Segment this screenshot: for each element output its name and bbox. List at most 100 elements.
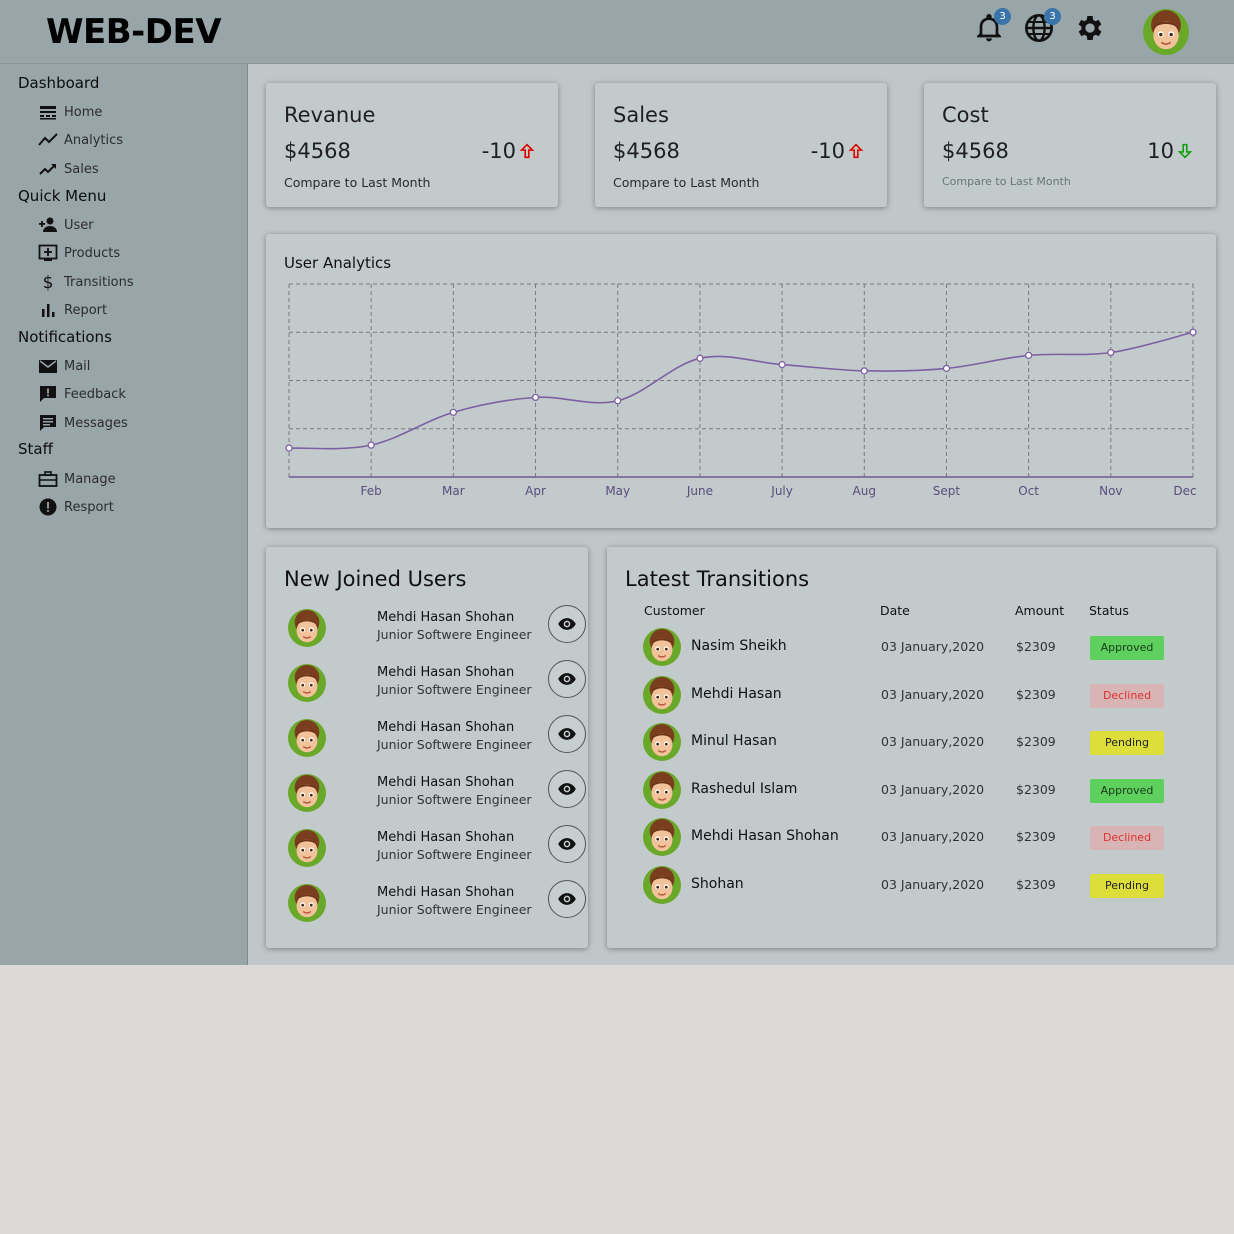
- sidebar-item-mail[interactable]: Mail: [38, 356, 90, 376]
- settings-button[interactable]: [1074, 12, 1106, 44]
- stat-card-sales: Sales $4568 -10 Compare to Last Month: [595, 83, 887, 207]
- sidebar-item-label: Transitions: [64, 274, 134, 290]
- add-box-icon: [38, 244, 58, 261]
- user-name: Mehdi Hasan Shohan: [377, 720, 515, 735]
- avatar: [643, 675, 681, 714]
- sidebar-item-label: Feedback: [64, 386, 126, 402]
- data-point: [449, 408, 458, 416]
- sidebar-item-messages[interactable]: Messages: [38, 413, 128, 433]
- user-name: Mehdi Hasan Shohan: [377, 610, 515, 625]
- user-job-title: Junior Softwere Engineer: [377, 902, 532, 917]
- user-job-title: Junior Softwere Engineer: [377, 682, 532, 697]
- app-logo[interactable]: WEB-DEV: [46, 12, 222, 52]
- stat-value: $4568: [613, 139, 680, 163]
- eye-icon: [558, 618, 576, 630]
- sidebar-item-products[interactable]: Products: [38, 243, 120, 263]
- user-name: Mehdi Hasan Shohan: [377, 830, 515, 845]
- status-badge: Pending: [1090, 874, 1164, 898]
- sidebar-item-resport[interactable]: Resport: [38, 497, 114, 517]
- eye-icon: [558, 783, 576, 795]
- data-point: [367, 441, 375, 449]
- avatar: [288, 774, 326, 812]
- stat-value: $4568: [284, 139, 351, 163]
- user-job-title: Junior Softwere Engineer: [377, 737, 532, 752]
- sidebar-item-user[interactable]: User: [38, 215, 94, 235]
- table-row[interactable]: Nasim Sheikh 03 January,2020 $2309 Approved: [643, 628, 1183, 668]
- status-badge: Declined: [1090, 826, 1164, 851]
- view-user-button[interactable]: [548, 825, 586, 863]
- sidebar-section-dashboard: Dashboard: [18, 74, 100, 92]
- user-list-item: Mehdi Hasan Shohan Junior Softwere Engine…: [286, 825, 586, 869]
- view-user-button[interactable]: [548, 770, 586, 808]
- x-tick-label: Apr: [525, 484, 546, 498]
- notifications-button[interactable]: 3: [973, 8, 1011, 44]
- stat-delta: -10: [811, 139, 865, 163]
- briefcase-icon: [38, 471, 58, 487]
- table-row[interactable]: Shohan 03 January,2020 $2309 Pending: [643, 866, 1183, 906]
- avatar: [643, 818, 681, 857]
- sidebar-section-staff: Staff: [18, 440, 53, 458]
- sidebar-item-feedback[interactable]: Feedback: [38, 384, 126, 404]
- stat-compare: Compare to Last Month: [613, 175, 760, 190]
- eye-icon: [558, 728, 576, 740]
- panel-title: Latest Transitions: [625, 567, 810, 591]
- sidebar-item-home[interactable]: Home: [38, 102, 102, 122]
- view-user-button[interactable]: [548, 660, 586, 698]
- status-badge: Approved: [1090, 636, 1164, 660]
- table-row[interactable]: Minul Hasan 03 January,2020 $2309 Pending: [643, 723, 1183, 763]
- sidebar-item-transitions[interactable]: $ Transitions: [38, 272, 134, 292]
- profile-avatar[interactable]: [1143, 9, 1189, 55]
- eye-icon: [558, 838, 576, 850]
- data-point: [1189, 328, 1197, 336]
- home-icon: [40, 106, 56, 120]
- dollar-icon: $: [43, 273, 54, 292]
- svg-text:$: $: [43, 273, 54, 292]
- stat-compare: Compare to Last Month: [942, 175, 1071, 188]
- sidebar-item-label: User: [64, 217, 94, 233]
- customer-name: Mehdi Hasan: [691, 685, 782, 702]
- language-button[interactable]: 3: [1023, 8, 1061, 44]
- sidebar-item-analytics[interactable]: Analytics: [38, 130, 123, 150]
- avatar: [288, 884, 326, 922]
- notifications-badge: 3: [994, 8, 1011, 25]
- table-row[interactable]: Mehdi Hasan 03 January,2020 $2309 Declined: [643, 675, 1183, 716]
- avatar: [643, 723, 681, 762]
- sidebar-item-manage[interactable]: Manage: [38, 469, 116, 489]
- avatar: [288, 719, 326, 757]
- data-point: [1024, 351, 1033, 360]
- table-row[interactable]: Rashedul Islam 03 January,2020 $2309 Approv…: [643, 770, 1183, 811]
- eye-icon: [558, 673, 576, 685]
- sidebar-item-label: Resport: [64, 499, 114, 515]
- x-tick-label: July: [770, 484, 793, 498]
- column-header-customer: Customer: [644, 603, 705, 618]
- customer-name: Rashedul Islam: [691, 780, 798, 797]
- x-tick-label: Sept: [933, 484, 961, 498]
- transaction-date: 03 January,2020: [881, 686, 985, 702]
- customer-name: Mehdi Hasan Shohan: [691, 828, 839, 845]
- sidebar-section-quick-menu: Quick Menu: [18, 187, 107, 205]
- transaction-amount: $2309: [1016, 639, 1056, 654]
- view-user-button[interactable]: [548, 605, 586, 643]
- data-point: [860, 367, 868, 375]
- user-list-item: Mehdi Hasan Shohan Junior Softwere Engine…: [286, 880, 586, 924]
- arrow-down-icon: [1177, 143, 1193, 159]
- sidebar-item-report[interactable]: Report: [38, 300, 107, 320]
- transaction-date: 03 January,2020: [881, 829, 985, 845]
- column-header-date: Date: [880, 603, 910, 618]
- transaction-date: 03 January,2020: [881, 639, 985, 654]
- table-row[interactable]: Mehdi Hasan Shohan 03 January,2020 $2309 De…: [643, 818, 1183, 858]
- series-line: [288, 331, 1194, 450]
- mail-icon: [39, 360, 57, 373]
- stat-delta-value: -10: [810, 139, 845, 163]
- user-job-title: Junior Softwere Engineer: [377, 792, 532, 807]
- column-header-status: Status: [1089, 603, 1129, 618]
- user-name: Mehdi Hasan Shohan: [377, 885, 515, 900]
- transactions-card: Latest Transitions Customer Date Amount …: [607, 547, 1216, 948]
- view-user-button[interactable]: [548, 880, 586, 918]
- stat-delta-value: -10: [481, 139, 516, 163]
- status-badge: Pending: [1090, 731, 1164, 756]
- view-user-button[interactable]: [548, 715, 586, 753]
- x-tick-label: Dec: [1173, 484, 1196, 498]
- sidebar-item-sales[interactable]: Sales: [38, 159, 99, 179]
- x-tick-label: May: [605, 484, 630, 498]
